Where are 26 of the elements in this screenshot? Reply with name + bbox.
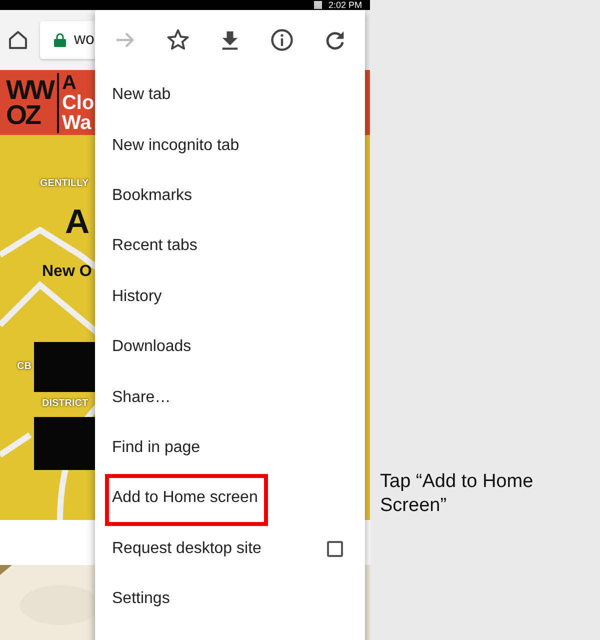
menu-item[interactable]: Settings: [95, 574, 365, 624]
logo-text: OZ: [6, 102, 41, 128]
logo-text: WW: [6, 78, 53, 102]
menu-item[interactable]: Request desktop site: [95, 524, 365, 574]
menu-item[interactable]: Bookmarks: [95, 170, 365, 222]
header-text: A: [62, 72, 78, 92]
caption-text: Tap “Add to Home Screen”: [380, 470, 534, 518]
status-time: 2:02 PM: [328, 0, 362, 10]
checkbox[interactable]: [327, 540, 343, 557]
menu-item[interactable]: History: [95, 272, 365, 322]
menu-item[interactable]: Recent tabs: [95, 221, 365, 272]
menu-item[interactable]: New incognito tab: [95, 120, 365, 171]
header-text: Wa: [62, 112, 92, 132]
header-text: Clo: [62, 92, 94, 112]
home-icon[interactable]: [6, 28, 30, 52]
menu-item[interactable]: Add to Home screen: [95, 473, 365, 524]
menu-item[interactable]: Downloads: [95, 322, 365, 372]
poster-text: DISTRICT: [42, 398, 88, 410]
info-icon[interactable]: [269, 27, 296, 53]
menu-item[interactable]: New tab: [95, 70, 365, 120]
menu-item[interactable]: Share…: [95, 372, 365, 423]
poster-text: GENTILLY: [40, 178, 89, 190]
poster-text: CB: [17, 361, 32, 373]
poster-text: New O: [42, 263, 92, 281]
menu-item[interactable]: Find in page: [95, 422, 365, 474]
poster-text: A: [65, 203, 90, 242]
